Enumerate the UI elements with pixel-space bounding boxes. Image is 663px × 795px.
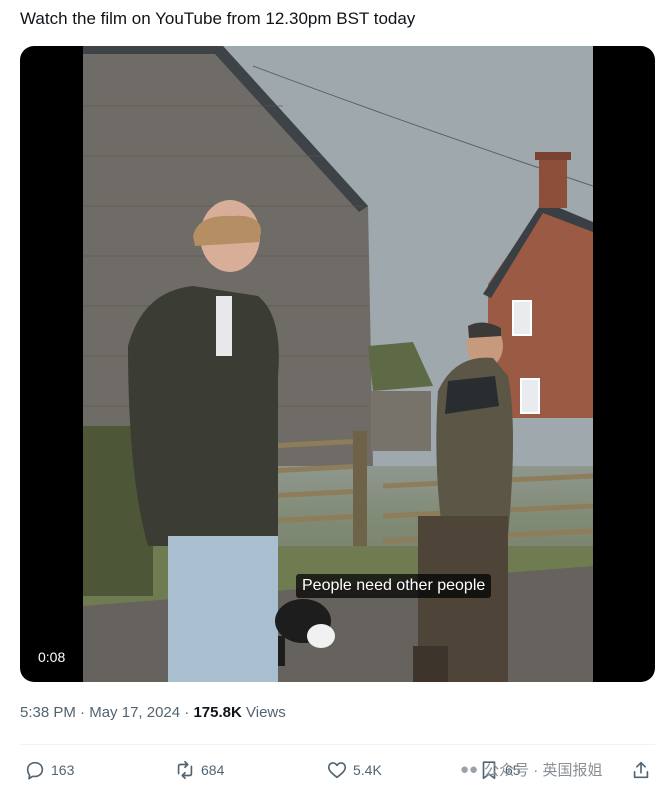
video-player[interactable]: People need other people 0:08 <box>20 46 655 682</box>
heart-icon <box>327 762 347 779</box>
watermark-text: 公众号 · 英国报姐 <box>484 761 603 779</box>
views-label: Views <box>241 704 286 721</box>
reply-count: 163 <box>51 762 75 778</box>
meta-separator: · <box>180 704 194 721</box>
video-frame[interactable]: People need other people <box>83 46 593 682</box>
repost-count: 684 <box>201 762 225 778</box>
tweet-date[interactable]: May 17, 2024 <box>89 704 180 721</box>
repost-button[interactable]: 684 <box>174 757 224 783</box>
views-count[interactable]: 175.8K <box>193 704 241 721</box>
wechat-watermark: ●● 公众号 · 英国报姐 <box>460 754 602 784</box>
tweet-meta: 5:38 PM · May 17, 2024 · 175.8K Views <box>20 704 286 721</box>
repost-icon <box>177 760 193 780</box>
share-button[interactable] <box>630 757 652 783</box>
reply-icon <box>26 761 44 780</box>
divider <box>20 744 655 745</box>
reply-button[interactable]: 163 <box>24 757 74 783</box>
tweet-time[interactable]: 5:38 PM <box>20 704 76 721</box>
video-subtitle: People need other people <box>296 574 492 598</box>
video-elapsed-time: 0:08 <box>32 646 72 668</box>
like-count: 5.4K <box>353 762 382 778</box>
like-button[interactable]: 5.4K <box>326 757 382 783</box>
share-icon <box>633 761 649 779</box>
wechat-icon: ●● <box>460 760 479 778</box>
tweet-text: Watch the film on YouTube from 12.30pm B… <box>20 9 416 28</box>
meta-separator: · <box>75 704 90 721</box>
